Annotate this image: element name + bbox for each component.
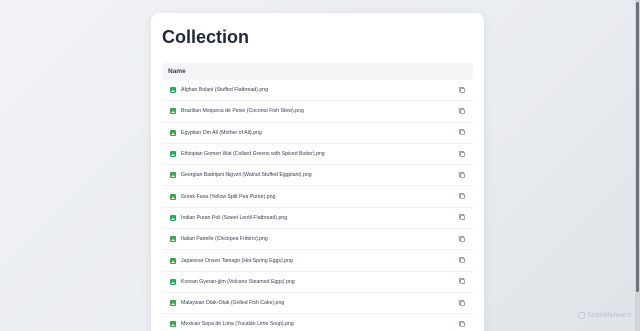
file-name-12[interactable]: Mexican Sopa de Lima (Yucatán Lime Soup)…: [181, 321, 460, 327]
file-row-1[interactable]: Afghan Bolani (Stuffed Flatbread).png: [162, 80, 473, 102]
file-name-9[interactable]: Japanese Onsen Tamago (Hot Spring Eggs).…: [181, 258, 460, 264]
page-scrollbar[interactable]: [635, 0, 640, 331]
file-name-8[interactable]: Italian Panelle (Chickpea Fritters).png: [181, 236, 460, 242]
image-icon: [170, 87, 176, 94]
image-icon: [170, 257, 176, 264]
copy-icon[interactable]: [459, 257, 465, 264]
file-name-5[interactable]: Georgian Badrijani Nigvzit (Walnut Stuff…: [181, 172, 460, 178]
scanmalware-logo-icon: [578, 312, 585, 319]
file-row-4[interactable]: Ethiopian Gomen Wat (Collard Greens with…: [162, 144, 473, 166]
image-icon: [170, 151, 176, 158]
scrollbar-thumb[interactable]: [636, 2, 639, 292]
image-icon: [170, 236, 176, 243]
file-name-4[interactable]: Ethiopian Gomen Wat (Collard Greens with…: [181, 151, 460, 157]
file-row-8[interactable]: Italian Panelle (Chickpea Fritters).png: [162, 229, 473, 251]
collection-card: Collection Name Afghan Bolani (Stuffed F…: [151, 13, 484, 331]
copy-icon[interactable]: [459, 214, 465, 221]
file-name-11[interactable]: Malaysian Otak-Otak (Grilled Fish Cake).…: [181, 300, 460, 306]
image-icon: [170, 108, 176, 115]
copy-icon[interactable]: [459, 107, 465, 114]
file-row-12[interactable]: Mexican Sopa de Lima (Yucatán Lime Soup)…: [162, 314, 473, 331]
watermark-text: ScanMalware: [587, 312, 632, 319]
file-row-2[interactable]: Brazilian Moqueca de Peixe (Coconut Fish…: [162, 101, 473, 123]
copy-icon[interactable]: [459, 86, 465, 93]
copy-icon[interactable]: [459, 299, 465, 306]
image-icon: [170, 193, 176, 200]
copy-icon[interactable]: [459, 171, 465, 178]
copy-icon[interactable]: [459, 278, 465, 285]
file-row-6[interactable]: Greek Fava (Yellow Split Pea Puree).png: [162, 186, 473, 208]
file-name-3[interactable]: Egyptian Om Ali (Mother of Ali).png: [181, 130, 460, 136]
page-title: Collection: [162, 27, 250, 47]
file-row-5[interactable]: Georgian Badrijani Nigvzit (Walnut Stuff…: [162, 165, 473, 187]
file-row-3[interactable]: Egyptian Om Ali (Mother of Ali).png: [162, 123, 473, 144]
image-icon: [170, 129, 176, 136]
copy-icon[interactable]: [459, 320, 465, 327]
file-row-9[interactable]: Japanese Onsen Tamago (Hot Spring Eggs).…: [162, 250, 473, 272]
file-name-2[interactable]: Brazilian Moqueca de Peixe (Coconut Fish…: [181, 108, 460, 114]
copy-icon[interactable]: [459, 193, 465, 200]
image-icon: [170, 172, 176, 179]
file-name-1[interactable]: Afghan Bolani (Stuffed Flatbread).png: [181, 87, 460, 93]
copy-icon[interactable]: [459, 129, 465, 136]
file-row-7[interactable]: Indian Puran Poli (Sweet Lentil Flatbrea…: [162, 208, 473, 230]
image-icon: [170, 214, 176, 221]
table-header-name: Name: [162, 63, 473, 80]
file-name-10[interactable]: Korean Gyeran-jjim (Volcano Steamed Eggs…: [181, 279, 460, 285]
watermark: ScanMalware: [578, 312, 631, 319]
image-icon: [170, 321, 176, 328]
file-row-11[interactable]: Malaysian Otak-Otak (Grilled Fish Cake).…: [162, 293, 473, 315]
copy-icon[interactable]: [459, 235, 465, 242]
copy-icon[interactable]: [459, 150, 465, 157]
file-row-10[interactable]: Korean Gyeran-jjim (Volcano Steamed Eggs…: [162, 272, 473, 293]
image-icon: [170, 278, 176, 285]
image-icon: [170, 300, 176, 307]
file-name-6[interactable]: Greek Fava (Yellow Split Pea Puree).png: [181, 194, 460, 200]
file-name-7[interactable]: Indian Puran Poli (Sweet Lentil Flatbrea…: [181, 215, 460, 221]
file-list: Afghan Bolani (Stuffed Flatbread).png Br…: [162, 80, 473, 331]
